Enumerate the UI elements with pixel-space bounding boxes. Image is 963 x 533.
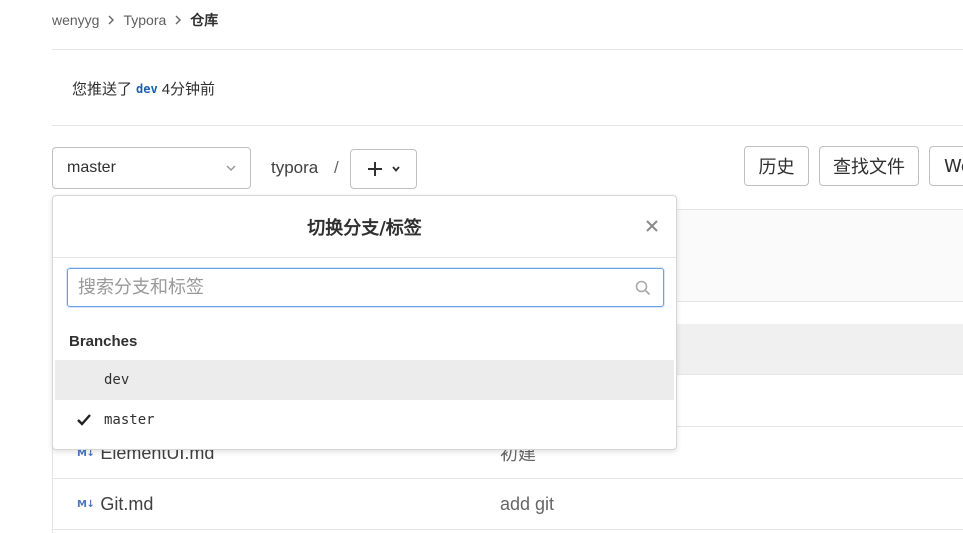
push-notice-time: 4分钟前 [161,81,216,98]
divider [53,257,676,258]
chevron-right-icon [170,12,186,28]
dropdown-title: 切换分支/标签 [307,218,422,239]
branch-name: master [104,412,155,428]
file-name-cell[interactable]: M↓ Git.md [77,494,153,515]
branches-section-label: Branches [69,333,138,350]
path-root-link[interactable]: typora [271,158,318,178]
web-ide-button[interactable]: We [929,146,963,186]
find-file-button[interactable]: 查找文件 [819,146,919,186]
check-icon [77,414,91,426]
close-icon[interactable] [644,218,660,234]
divider [52,125,963,126]
search-icon [635,280,651,296]
markdown-icon: M↓ [77,498,95,510]
breadcrumb-current: 仓库 [190,12,219,28]
table-row[interactable]: M↓ Git.md add git [53,479,963,530]
branch-search-field[interactable] [67,268,664,307]
push-notice: 您推送了 dev 4分钟前 [72,78,215,99]
branch-selector[interactable]: master [52,147,251,189]
push-notice-prefix: 您推送了 [72,81,133,98]
branch-item-dev[interactable]: dev [55,360,674,400]
chevron-right-icon [103,12,119,28]
divider [52,49,963,50]
add-file-dropdown-button[interactable] [350,149,417,189]
switch-branch-dropdown: 切换分支/标签 Branches dev master [52,195,677,450]
breadcrumb-project-link[interactable]: Typora [123,12,166,28]
history-button[interactable]: 历史 [744,146,809,186]
commit-message[interactable]: add git [500,494,554,515]
branch-name: dev [104,372,130,388]
breadcrumb: wenyyg Typora 仓库 [52,10,218,30]
branch-item-master[interactable]: master [55,400,674,440]
path-separator: / [334,158,339,177]
chevron-down-icon [391,166,400,172]
chevron-down-icon [226,165,236,172]
branch-search-input[interactable] [78,277,618,298]
breadcrumb-user-link[interactable]: wenyyg [52,12,99,28]
push-notice-branch-link[interactable]: dev [136,82,158,96]
file-name[interactable]: Git.md [100,494,153,515]
branch-selector-value: master [67,159,116,176]
plus-icon [367,162,382,176]
